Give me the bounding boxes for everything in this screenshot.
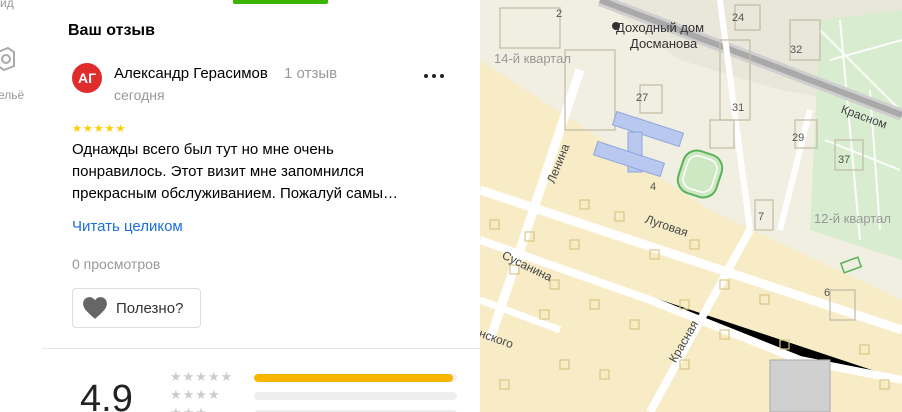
row-stars: ★★★★: [170, 387, 221, 402]
rating-stars: ★★★★★: [72, 123, 127, 135]
distribution-bar: [254, 392, 457, 400]
row-stars: ★★★: [170, 405, 208, 412]
heart-icon: [83, 297, 107, 319]
rail-item-label[interactable]: ельё: [0, 88, 24, 102]
rating-distribution-row: ★★★: [170, 405, 460, 412]
house-number: 7: [758, 211, 765, 223]
left-rail: ид ельё: [0, 0, 43, 412]
read-more-link[interactable]: Читать целиком: [72, 218, 183, 235]
house-number: 24: [732, 12, 745, 24]
rating-distribution-row: ★★★★★: [170, 369, 460, 386]
map-label-kvartal: 12-й квартал: [814, 211, 891, 226]
avatar[interactable]: АГ: [72, 63, 102, 93]
house-number: 37: [838, 154, 851, 166]
rating-value: 4.9: [80, 378, 133, 412]
dot-icon: [424, 74, 428, 78]
house-number: 29: [792, 132, 805, 144]
author-name[interactable]: Александр Герасимов: [114, 65, 268, 82]
distribution-bar: [254, 374, 457, 382]
author-line: Александр Герасимов 1 отзыв: [114, 65, 337, 82]
review-text-line: понравилось. Этот визит мне запомнился: [72, 163, 365, 180]
map-label-kvartal: 14-й квартал: [494, 51, 571, 66]
house-number: 32: [790, 44, 803, 56]
map-label-building[interactable]: Доходный дом: [616, 20, 704, 35]
views-count: 0 просмотров: [72, 256, 161, 272]
more-options-button[interactable]: [424, 70, 448, 82]
house-number: 2: [556, 8, 563, 20]
review-text: Однажды всего был тут но мне очень понра…: [72, 139, 457, 205]
house-number: 27: [636, 92, 649, 104]
review-date: сегодня: [114, 87, 165, 103]
house-number: 4: [650, 181, 657, 193]
gallery-icon[interactable]: [0, 44, 20, 78]
row-stars: ★★★★★: [170, 369, 234, 384]
divider: [42, 348, 480, 349]
map-label-building[interactable]: Досманова: [630, 36, 697, 51]
review-text-line: Однажды всего был тут но мне очень: [72, 141, 334, 158]
house-number: 6: [824, 287, 831, 299]
rail-item-label[interactable]: ид: [0, 0, 14, 10]
section-title: Ваш отзыв: [68, 22, 155, 39]
review-text-line: прекрасным обслуживанием. Пожалуй самы…: [72, 185, 399, 202]
active-tab-indicator: [233, 0, 328, 4]
author-review-count: 1 отзыв: [284, 65, 338, 82]
distribution-fill: [254, 374, 453, 382]
map[interactable]: Доходный дом Досманова 14-й квартал 12-й…: [480, 0, 902, 412]
dot-icon: [440, 74, 444, 78]
useful-button[interactable]: Полезно?: [72, 288, 201, 328]
rating-distribution-row: ★★★★: [170, 387, 460, 404]
house-number: 31: [732, 102, 745, 114]
dot-icon: [432, 74, 436, 78]
useful-label: Полезно?: [116, 299, 184, 317]
review-panel: Ваш отзыв АГ Александр Герасимов 1 отзыв…: [42, 0, 480, 412]
